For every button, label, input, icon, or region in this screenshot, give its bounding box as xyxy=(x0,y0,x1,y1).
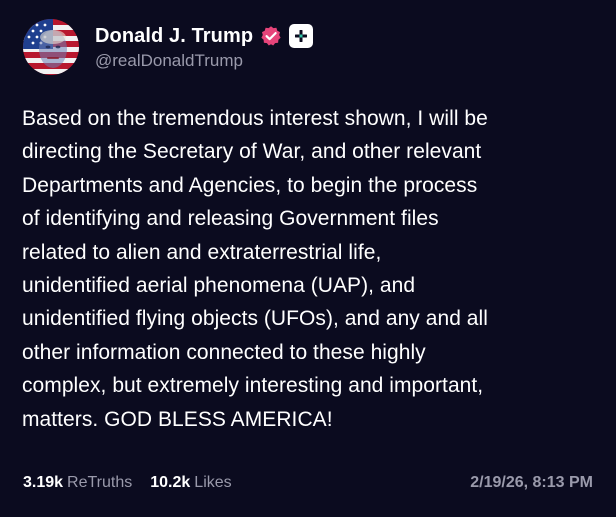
plus-icon xyxy=(295,30,308,42)
post-timestamp[interactable]: 2/19/26, 8:13 PM xyxy=(470,474,593,492)
post-body-text: Based on the tremendous interest shown, … xyxy=(22,107,488,431)
likes-stat[interactable]: 10.2k Likes xyxy=(150,474,231,492)
author-avatar[interactable] xyxy=(23,19,79,75)
author-handle[interactable]: @realDonaldTrump xyxy=(95,51,313,71)
name-row: Donald J. Trump xyxy=(95,23,314,49)
flag-portrait-avatar-icon xyxy=(23,19,79,75)
author-display-name[interactable]: Donald J. Trump xyxy=(95,25,253,48)
retruths-stat[interactable]: 3.19k ReTruths xyxy=(23,474,132,492)
post-header: Donald J. Trump @realDonaldTrump xyxy=(23,18,314,76)
likes-count: 10.2k xyxy=(150,474,191,491)
post-footer: 3.19k ReTruths 10.2k Likes 2/19/26, 8:13… xyxy=(23,472,593,494)
author-names: Donald J. Trump @realDonaldTrump xyxy=(95,23,314,71)
likes-label: Likes xyxy=(194,474,232,491)
retruths-count: 3.19k xyxy=(23,474,64,491)
verified-badge-icon xyxy=(260,25,282,47)
truth-post: Donald J. Trump @realDonaldTrump Based o… xyxy=(0,0,616,517)
retruths-label: ReTruths xyxy=(67,474,133,491)
follow-button[interactable] xyxy=(289,24,314,48)
